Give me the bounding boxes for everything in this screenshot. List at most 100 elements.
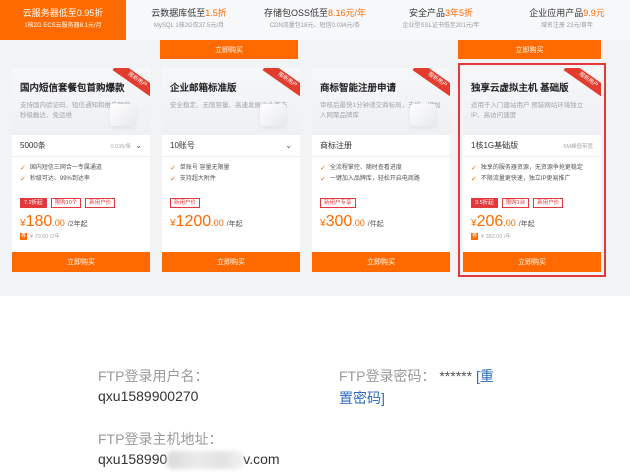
new-user-badge: 新用户价: [85, 198, 116, 208]
product-cube-icon: [410, 104, 436, 126]
upper-buy-button[interactable]: 立即购买: [160, 40, 298, 59]
feature-list: ✓ 全流程掌控、随时查看进度 ✓ 一键加入品牌库，轻松开启电商路: [312, 157, 450, 193]
tab-security[interactable]: 安全产品3年5折 企业型SSL证书低至201元/年: [378, 0, 504, 40]
card-title: 企业邮箱标准版: [170, 83, 237, 94]
check-icon: ✓: [320, 165, 326, 172]
product-card-trademark: 限新用户 商标智能注册申请 审核后最快1分钟递交商标局，支持一键加入网聚品牌库 …: [312, 68, 450, 272]
product-cube-icon: [110, 104, 136, 126]
feature-item: ✓ 支持超大附件: [170, 176, 216, 183]
tab-database[interactable]: 云数据库低至1.5折 MySQL 1核2G仅37.5元/月: [126, 0, 252, 40]
spec-select-value: 10账号: [170, 141, 195, 150]
tab-title: 云服务器低至0.95折: [22, 8, 104, 18]
card-header: 限新用户 国内短信套餐包首购爆款 支持国内验证码、短信通知和推广短信，秒级触达、…: [12, 68, 150, 135]
spec-select[interactable]: 1核1G基础版 5M峰值带宽: [463, 135, 601, 157]
feature-item: ✓ 全流程掌控、随时查看进度: [320, 165, 402, 172]
badge-row: 3.5折起 限购1台 新用户价: [463, 193, 601, 209]
card-description: 适用于入门建站用户 预装网站环境独立IP、高访问速度: [471, 102, 584, 119]
feature-list: ✓ 单账号 容量无限量 ✓ 支持超大附件: [162, 157, 300, 193]
spec-unit-price: 0.036/条: [110, 143, 132, 150]
tab-subtitle: 域名注册 23元/首年: [540, 23, 593, 29]
tab-storage[interactable]: 存储包OSS低至8.16元/年 CDN流量包18元、短信0.034元/条: [252, 0, 378, 40]
reset-password-link[interactable]: 置密码]: [339, 388, 385, 408]
reset-password-link[interactable]: [重: [476, 368, 494, 384]
product-cube-icon: [260, 104, 286, 126]
original-price: 券 ¥ 382.00 /年: [471, 232, 511, 240]
feature-item: ✓ 独享的服务器资源，无资源争抢更稳定: [471, 165, 583, 172]
tab-subtitle: MySQL 1核2G仅37.5元/月: [153, 23, 225, 29]
tab-title: 存储包OSS低至8.16元/年: [263, 8, 367, 18]
tag-icon: 券: [471, 232, 478, 240]
buy-button-sms[interactable]: 立即购买: [12, 252, 150, 272]
buy-button-email[interactable]: 立即购买: [162, 252, 300, 272]
feature-list: ✓ 独享的服务器资源，无资源争抢更稳定 ✓ 不限流量更快速，独立IP更易推广: [463, 157, 601, 193]
ftp-host-value: qxu158990 v.com: [98, 451, 280, 470]
product-card-email: 限新用户 企业邮箱标准版 安全稳定、无限容量、高速发展企业首选 10账号 ⌄ ✓…: [162, 68, 300, 272]
product-card-virtual-host: 限新用户 独享云虚拟主机 基础版 适用于入门建站用户 预装网站环境独立IP、高访…: [458, 63, 606, 277]
original-price: 券 ¥ 70.00 /2年: [20, 232, 60, 240]
check-icon: ✓: [170, 165, 176, 172]
ftp-username-label: FTP登录用户名：: [98, 368, 209, 384]
limit-badge: 限购10个: [50, 198, 82, 208]
card-header: 限新用户 商标智能注册申请 审核后最快1分钟递交商标局，支持一键加入网聚品牌库: [312, 68, 450, 135]
tab-enterprise[interactable]: 企业应用产品9.9元 域名注册 23元/首年: [504, 0, 630, 40]
feature-item: ✓ 国内短信三网合一专属通道: [20, 165, 102, 172]
spec-select-value: 1核1G基础版: [471, 141, 519, 150]
feature-item: ✓ 不限流量更快速，独立IP更易推广: [471, 176, 571, 183]
tag-icon: 券: [20, 232, 27, 240]
tab-title: 企业应用产品9.9元: [529, 8, 605, 18]
tab-ecs[interactable]: 云服务器低至0.95折 1核2G ECS云服务器8.1元/月: [0, 0, 126, 40]
check-icon: ✓: [20, 165, 26, 172]
check-icon: ✓: [471, 176, 477, 183]
price: ¥ 300 .00 /件起: [320, 213, 384, 230]
feature-item: ✓ 秒级可达、99%到达率: [20, 176, 90, 183]
check-icon: ✓: [320, 176, 326, 183]
badge-row: 新用户专享: [312, 193, 450, 209]
price: ¥ 180 .00 /2年起: [20, 213, 88, 230]
price: ¥ 1200 .00 /年起: [170, 213, 243, 230]
tab-subtitle: 1核2G ECS云服务器8.1元/月: [24, 23, 102, 29]
buy-button-trademark[interactable]: 立即购买: [312, 252, 450, 272]
spec-select: 商标注册: [312, 135, 450, 157]
feature-item: ✓ 一键加入品牌库，轻松开启电商路: [320, 176, 420, 183]
tab-subtitle: 企业型SSL证书低至201元/年: [402, 23, 480, 29]
card-header: 限新用户 企业邮箱标准版 安全稳定、无限容量、高速发展企业首选: [162, 68, 300, 135]
tab-title: 云数据库低至1.5折: [151, 8, 227, 18]
chevron-down-icon[interactable]: ⌄: [135, 141, 142, 150]
price: ¥ 206 .00 /年起: [471, 213, 535, 230]
ftp-password-label: FTP登录密码： ****** [重: [339, 368, 494, 384]
check-icon: ✓: [20, 176, 26, 183]
redacted-blur: [167, 451, 244, 470]
spec-select[interactable]: 5000条 0.036/条 ⌄: [12, 135, 150, 157]
discount-badge: 3.5折起: [471, 198, 498, 208]
upper-buy-button[interactable]: 立即购买: [458, 40, 601, 59]
feature-list: ✓ 国内短信三网合一专属通道 ✓ 秒级可达、99%到达率: [12, 157, 150, 193]
check-icon: ✓: [170, 176, 176, 183]
spec-select-value: 5000条: [20, 141, 46, 150]
card-title: 独享云虚拟主机 基础版: [471, 83, 569, 94]
discount-badge: 7.2折起: [20, 198, 47, 208]
ftp-info-panel: FTP登录用户名： qxu1589900270 FTP登录密码： ****** …: [0, 296, 630, 472]
ftp-username-value: qxu1589900270: [98, 388, 199, 404]
card-title: 商标智能注册申请: [320, 83, 397, 94]
feature-item: ✓ 单账号 容量无限量: [170, 165, 230, 172]
buy-button-virtual-host[interactable]: 立即购买: [463, 252, 601, 272]
product-promo-panel: 云服务器低至0.95折 1核2G ECS云服务器8.1元/月 云数据库低至1.5…: [0, 0, 630, 296]
new-user-badge: 新用户专享: [320, 198, 356, 208]
card-title: 国内短信套餐包首购爆款: [20, 83, 125, 94]
limit-badge: 限购1台: [501, 198, 530, 208]
tab-title: 安全产品3年5折: [408, 8, 474, 18]
product-card-sms: 限新用户 国内短信套餐包首购爆款 支持国内验证码、短信通知和推广短信，秒级触达、…: [12, 68, 150, 272]
check-icon: ✓: [471, 165, 477, 172]
ftp-host-label: FTP登录主机地址：: [98, 431, 223, 447]
ftp-password-mask: ******: [439, 368, 473, 384]
spec-select-value: 商标注册: [320, 141, 352, 150]
bandwidth-note: 5M峰值带宽: [563, 143, 593, 150]
badge-row: 7.2折起 限购10个 新用户价: [12, 193, 150, 209]
promo-tabs: 云服务器低至0.95折 1核2G ECS云服务器8.1元/月 云数据库低至1.5…: [0, 0, 630, 40]
tab-subtitle: CDN流量包18元、短信0.034元/条: [269, 23, 361, 29]
new-user-badge: 新用户价: [533, 198, 564, 208]
card-header: 限新用户 独享云虚拟主机 基础版 适用于入门建站用户 预装网站环境独立IP、高访…: [463, 68, 601, 135]
chevron-down-icon[interactable]: ⌄: [285, 141, 292, 150]
spec-select[interactable]: 10账号 ⌄: [162, 135, 300, 157]
new-user-badge: 新用户价: [170, 198, 201, 208]
